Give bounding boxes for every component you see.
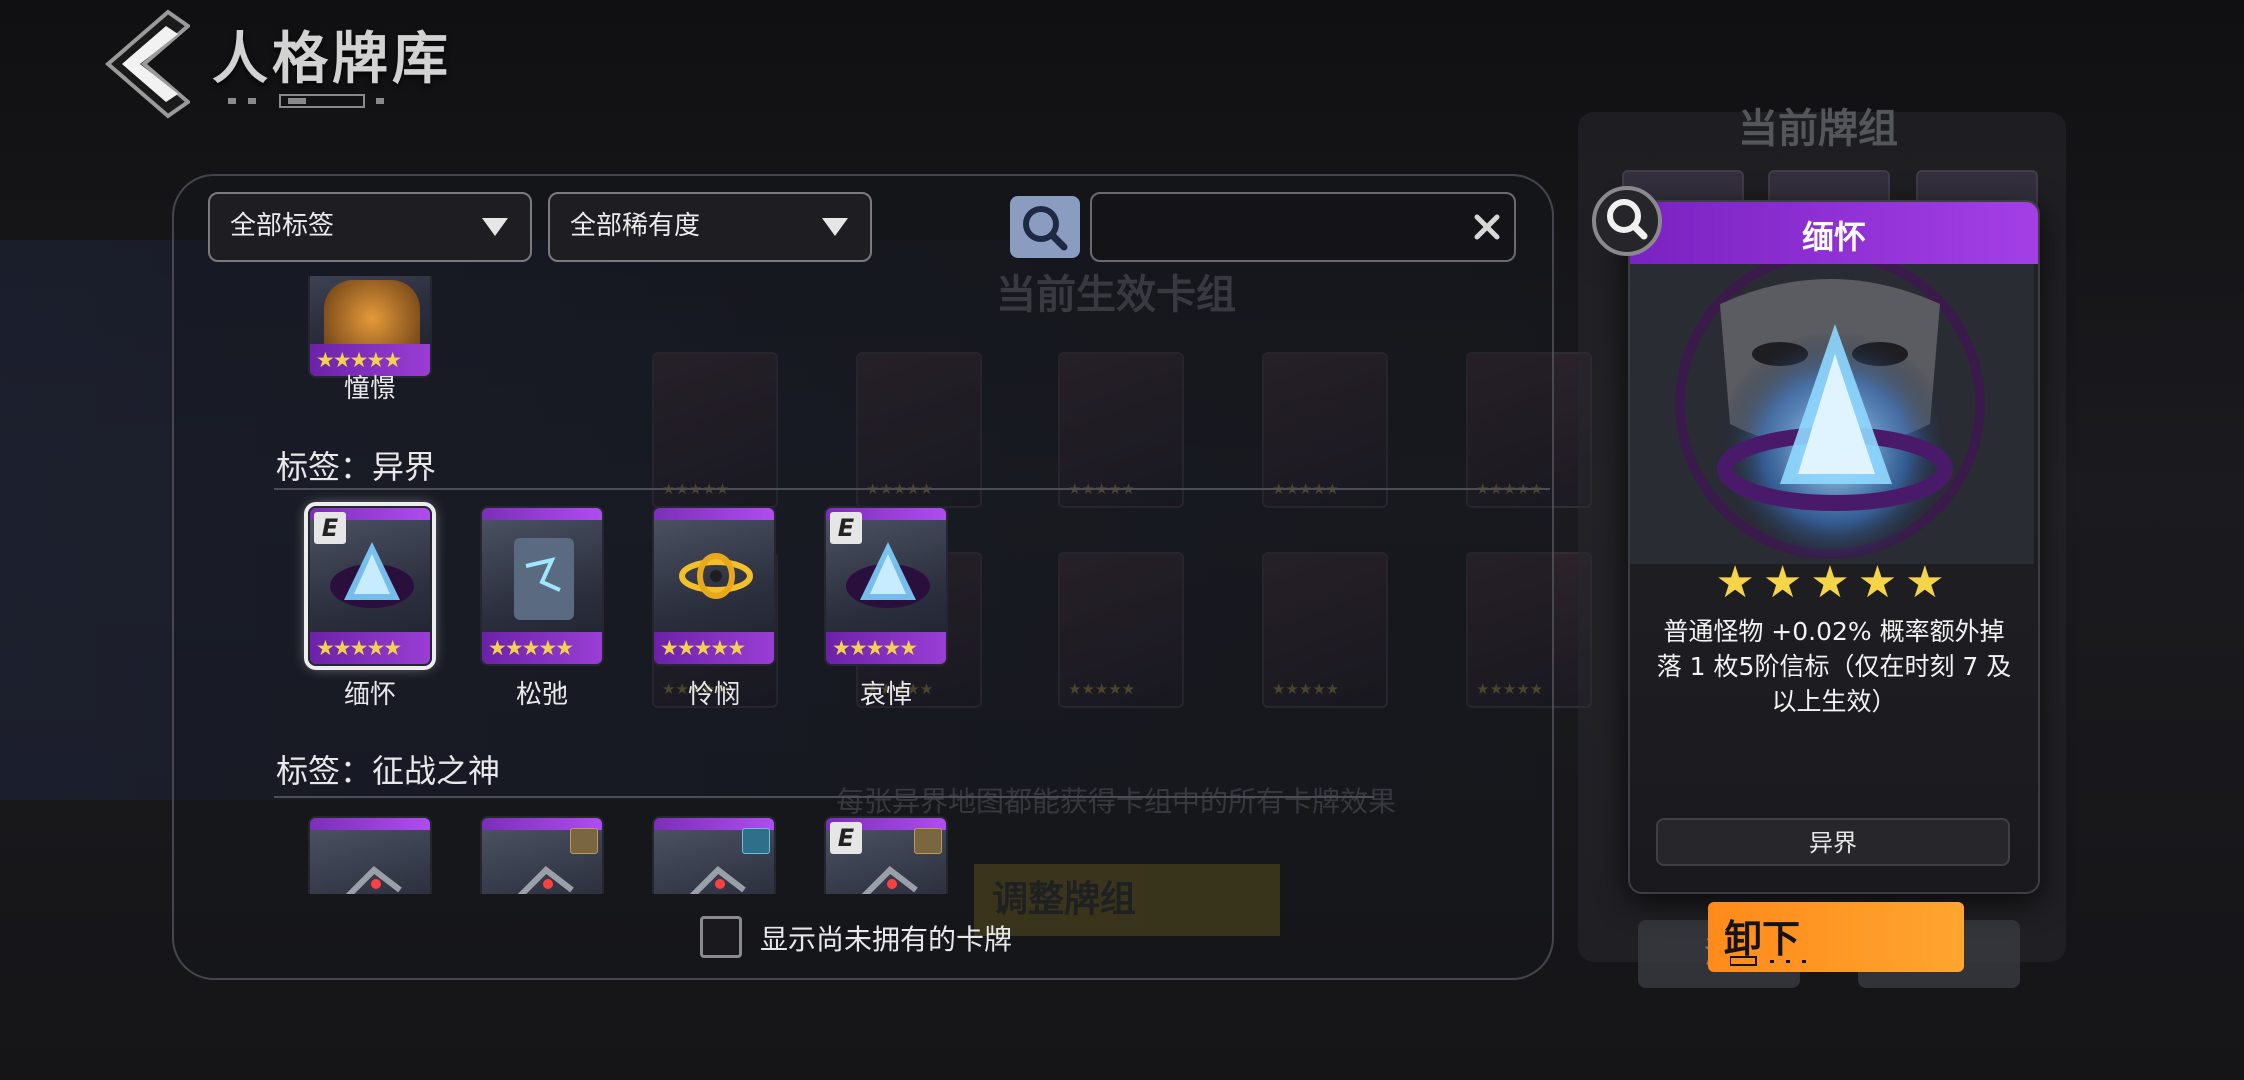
card-stars: ★★★★★ [488, 636, 574, 660]
game-screen: 当前生效卡组 ★★★★★ ★★★★★ ★★★★★ ★★★★★ ★★★★★ ★★★★★ ★★★… [0, 0, 2244, 1080]
card-item[interactable]: E [824, 816, 948, 894]
card-art [330, 542, 414, 608]
card-art [846, 542, 930, 608]
button-decoration [1730, 956, 1806, 966]
detail-description: 普通怪物 +0.02% 概率额外掉落 1 枚5阶信标（仅在时刻 7 及以上生效） [1656, 617, 2012, 716]
page-title: 人格牌库 [212, 27, 452, 92]
card-name: 松弛 [515, 680, 568, 710]
card-top-bar [310, 818, 430, 830]
current-deck-title: 当前牌组 [1738, 106, 1898, 152]
card-item[interactable] [652, 816, 776, 894]
card-item[interactable]: E ★★★★★ [824, 506, 948, 666]
dropdown-arrow-icon [822, 218, 848, 236]
detail-tag: 异界 [1656, 818, 2010, 866]
card-detail-popup: 缅怀 ★★★★★ 普通怪物 +0.02% 概率额外掉落 1 枚5阶信标（仅在时刻… [1628, 200, 2040, 894]
card-art [517, 866, 574, 894]
card-stars: ★★★★★ [316, 636, 402, 660]
card-item[interactable]: ★★★★★ [652, 506, 776, 666]
detail-card-name: 缅怀 [1801, 218, 1866, 256]
card-stars: ★★★★★ [832, 636, 918, 660]
tag-filter-value: 全部标签 [230, 211, 335, 241]
zoom-button[interactable] [1592, 186, 1662, 256]
show-unowned-label: 显示尚未拥有的卡牌 [760, 923, 1013, 956]
card-item[interactable]: E ★★★★★ [308, 506, 432, 666]
title-decoration [228, 94, 384, 108]
card-item[interactable] [308, 816, 432, 894]
card-top-bar [654, 508, 774, 520]
unload-button[interactable]: 卸下 [1708, 902, 1964, 972]
rarity-filter-value: 全部稀有度 [570, 211, 701, 241]
search-button[interactable] [1010, 196, 1080, 258]
dropdown-arrow-icon [482, 218, 508, 236]
search-icon [1023, 206, 1068, 251]
detail-stars: ★★★★★ [1715, 557, 1953, 608]
card-e-badge: E [830, 512, 862, 544]
section-divider [274, 488, 1550, 490]
show-unowned-checkbox[interactable] [700, 916, 742, 958]
tag-filter-dropdown[interactable]: 全部标签 [208, 192, 532, 262]
clear-icon[interactable] [1470, 210, 1504, 244]
card-art [514, 538, 574, 620]
card-item[interactable]: ★★★★★ [480, 506, 604, 666]
card-name: 缅怀 [343, 680, 396, 710]
search-input[interactable] [1090, 192, 1516, 262]
card-list-scroll[interactable]: ★★★★★ 憧憬 标签：异界 E ★★★★★ 缅怀 ★★★★★ 松弛 ★★★★★… [174, 276, 1552, 894]
card-item[interactable] [480, 816, 604, 894]
card-top-bar [482, 508, 602, 520]
card-name: 怜悯 [687, 680, 740, 710]
card-art [345, 866, 402, 894]
back-arrow-icon[interactable] [98, 8, 190, 120]
rarity-filter-dropdown[interactable]: 全部稀有度 [548, 192, 872, 262]
card-art [689, 866, 746, 894]
magnifier-icon [1607, 199, 1648, 240]
section-label: 标签：异界 [276, 448, 437, 486]
card-e-badge: E [314, 512, 346, 544]
card-art [861, 866, 918, 894]
unload-label: 卸下 [1724, 917, 1801, 961]
card-stars: ★★★★★ [660, 636, 746, 660]
card-item[interactable]: ★★★★★ [308, 276, 432, 378]
card-name: 憧憬 [343, 374, 396, 404]
section-label: 标签：征战之神 [276, 752, 501, 790]
card-art [679, 553, 753, 599]
section-divider [274, 796, 1374, 798]
card-name: 哀悼 [859, 680, 912, 710]
